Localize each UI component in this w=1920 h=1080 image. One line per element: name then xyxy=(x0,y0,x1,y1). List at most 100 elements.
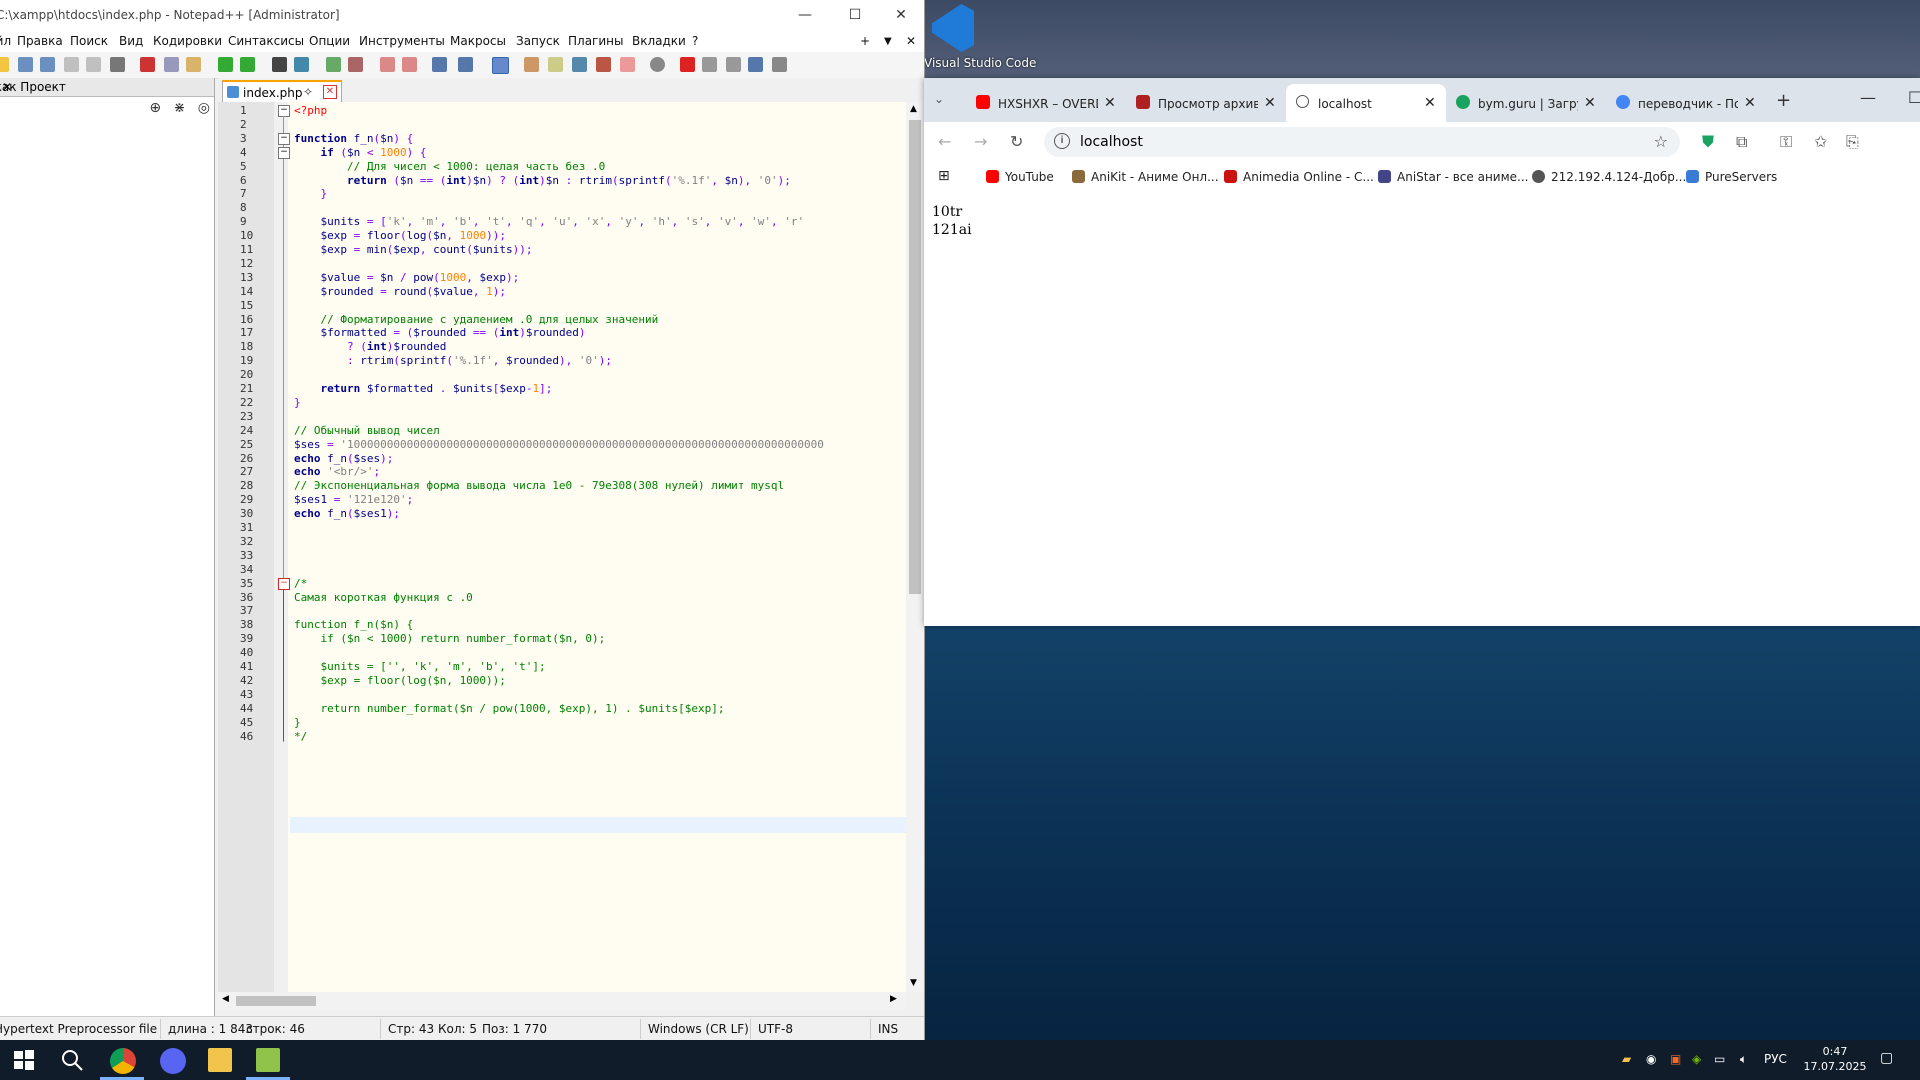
close-file-icon[interactable] xyxy=(64,57,79,72)
tray-folder-icon[interactable]: ▰ xyxy=(1622,1052,1631,1066)
tab-search-icon[interactable]: ⌄ xyxy=(934,92,944,106)
hscroll-thumb[interactable] xyxy=(236,996,316,1006)
windows-start-icon[interactable] xyxy=(12,1048,36,1072)
address-bar[interactable]: i localhost ☆ xyxy=(1044,127,1680,157)
reading-list-icon[interactable]: ✩ xyxy=(1814,132,1827,151)
password-key-icon[interactable]: ⚿ xyxy=(1780,132,1792,152)
search-icon[interactable] xyxy=(60,1048,84,1072)
tray-discord-icon[interactable]: ◉ xyxy=(1646,1052,1656,1066)
tray-network-icon[interactable]: ▭ xyxy=(1714,1052,1725,1066)
play-macro-icon[interactable] xyxy=(726,57,741,72)
bookmark-youtube[interactable]: YouTube xyxy=(986,170,1054,184)
menu-view[interactable]: Вид xyxy=(119,34,143,48)
code-line[interactable]: <?php xyxy=(294,104,327,121)
record-macro-icon[interactable] xyxy=(680,57,695,72)
bookmark-anikit[interactable]: AniKit - Аниме Онл... xyxy=(1072,170,1219,184)
code-line[interactable]: if ($n < 1000) return number_format($n, … xyxy=(294,632,605,649)
run-multiple-macro-icon[interactable] xyxy=(748,57,763,72)
tray-language[interactable]: РУС xyxy=(1764,1052,1787,1066)
discord-taskbar-icon[interactable] xyxy=(160,1048,186,1074)
code-line[interactable]: return $formatted . $units[$exp-1]; xyxy=(294,382,553,399)
tray-xampp-icon[interactable]: ▣ xyxy=(1670,1052,1681,1066)
panel-close-icon[interactable]: ✕ xyxy=(2,80,210,94)
menu-search[interactable]: Поиск xyxy=(70,34,108,48)
chrome-minimize-button[interactable]: — xyxy=(1860,88,1876,107)
reload-icon[interactable]: ↻ xyxy=(1010,132,1023,151)
apps-grid-icon[interactable]: ⊞ xyxy=(938,168,950,184)
undo-icon[interactable] xyxy=(218,57,233,72)
tab-close-icon[interactable]: ✕ xyxy=(1744,95,1756,111)
save-icon[interactable] xyxy=(18,57,33,72)
tab-close-icon[interactable]: ✕ xyxy=(1264,95,1276,111)
code-area[interactable]: <?php function f_n($n) { if ($n < 1000) {… xyxy=(290,102,906,992)
code-line[interactable]: Самая короткая функция с .0 xyxy=(294,591,473,608)
scroll-thumb[interactable] xyxy=(909,120,921,594)
chrome-tab-2-active[interactable]: localhost ✕ xyxy=(1286,84,1446,122)
bookmark-animedia[interactable]: Animedia Online - C... xyxy=(1224,170,1374,184)
tray-nvidia-icon[interactable]: ◈ xyxy=(1692,1052,1701,1066)
extensions-icon[interactable]: ⧉ xyxy=(1736,132,1747,152)
menu-file[interactable]: Файл xyxy=(0,34,11,48)
forward-icon[interactable]: → xyxy=(974,132,987,151)
code-line[interactable]: return number_format($n / pow(1000, $exp… xyxy=(294,702,724,719)
fold-toggle-icon[interactable]: − xyxy=(278,577,290,590)
chrome-tab-4[interactable]: переводчик - Поиск ✕ xyxy=(1606,84,1766,122)
paste-icon[interactable] xyxy=(186,57,201,72)
vertical-scrollbar[interactable]: ▲ ▼ xyxy=(906,102,924,992)
code-line[interactable]: echo f_n($ses1); xyxy=(294,507,400,524)
minimize-button[interactable]: — xyxy=(782,0,828,30)
fold-toggle-icon[interactable]: − xyxy=(278,132,290,145)
tab-close-icon[interactable]: ✕ xyxy=(323,85,337,99)
tab-close-icon[interactable]: ✕ xyxy=(1104,95,1116,111)
new-tab-button[interactable]: + xyxy=(1776,90,1791,111)
chrome-maximize-button[interactable]: ☐ xyxy=(1908,88,1920,107)
indent-guide-icon[interactable] xyxy=(492,57,509,74)
back-icon[interactable]: ← xyxy=(938,132,951,151)
word-wrap-icon[interactable] xyxy=(432,57,447,72)
replace-icon[interactable] xyxy=(294,57,309,72)
menu-plugins[interactable]: Плагины xyxy=(568,34,623,48)
monitor-icon[interactable] xyxy=(650,57,665,72)
new-file-icon[interactable] xyxy=(0,57,9,72)
close-button[interactable]: ✕ xyxy=(878,0,924,30)
function-list-icon[interactable] xyxy=(596,57,611,72)
folder-workspace-icon[interactable] xyxy=(620,57,635,72)
tab-close-icon[interactable]: ✕ xyxy=(1424,95,1436,111)
menu-options[interactable]: Опции xyxy=(309,34,350,48)
save-macro-icon[interactable] xyxy=(772,57,787,72)
pin-icon[interactable]: ✧ xyxy=(303,85,313,99)
zoom-in-icon[interactable] xyxy=(326,57,341,72)
menu-edit[interactable]: Правка xyxy=(17,34,63,48)
menu-tools[interactable]: Инструменты xyxy=(359,34,445,48)
locate-file-icon[interactable]: ⊕ xyxy=(149,100,161,116)
file-explorer-icon[interactable] xyxy=(208,1048,232,1072)
chrome-tab-0[interactable]: HXSHXR – OVERDOSE ✕ xyxy=(966,84,1126,122)
save-all-icon[interactable] xyxy=(40,57,55,72)
close-all-icon[interactable] xyxy=(86,57,101,72)
bookmark-star-icon[interactable]: ☆ xyxy=(1654,132,1668,151)
chrome-tab-1[interactable]: Просмотр архива ✕ xyxy=(1126,84,1286,122)
doc-map-icon[interactable] xyxy=(548,57,563,72)
clock[interactable]: 0:47 17.07.2025 xyxy=(1802,1044,1868,1074)
translate-icon[interactable]: ⎘ xyxy=(1846,132,1859,152)
collapse-all-icon[interactable]: ⋇ xyxy=(174,100,186,116)
find-icon[interactable] xyxy=(272,57,287,72)
show-all-chars-icon[interactable] xyxy=(458,57,473,72)
site-info-icon[interactable]: i xyxy=(1054,133,1070,149)
target-icon[interactable]: ◎ xyxy=(198,100,210,116)
adblock-shield-icon[interactable]: ⛊ xyxy=(1702,132,1714,152)
horizontal-scrollbar[interactable]: ◀ ▶ xyxy=(218,992,906,1010)
menu-macros[interactable]: Макросы xyxy=(450,34,506,48)
bookmark-anistar[interactable]: AniStar - все аниме... xyxy=(1378,170,1528,184)
notepadpp-taskbar-icon[interactable] xyxy=(256,1048,280,1072)
menu-close-doc-button[interactable]: ✕ xyxy=(906,34,916,48)
menu-run[interactable]: Запуск xyxy=(516,34,560,48)
tab-close-icon[interactable]: ✕ xyxy=(1584,95,1596,111)
sync-v-icon[interactable] xyxy=(380,57,395,72)
notification-icon[interactable]: ▢ xyxy=(1880,1050,1893,1066)
sync-h-icon[interactable] xyxy=(402,57,417,72)
code-line[interactable]: $exp = floor(log($n, 1000)); xyxy=(294,674,505,691)
code-line[interactable]: $exp = min($exp, count($units)); xyxy=(294,243,533,260)
tab-index-php[interactable]: index.php ✧ ✕ xyxy=(222,80,342,104)
bookmark-ip[interactable]: 212.192.4.124-Добр... xyxy=(1532,170,1686,184)
